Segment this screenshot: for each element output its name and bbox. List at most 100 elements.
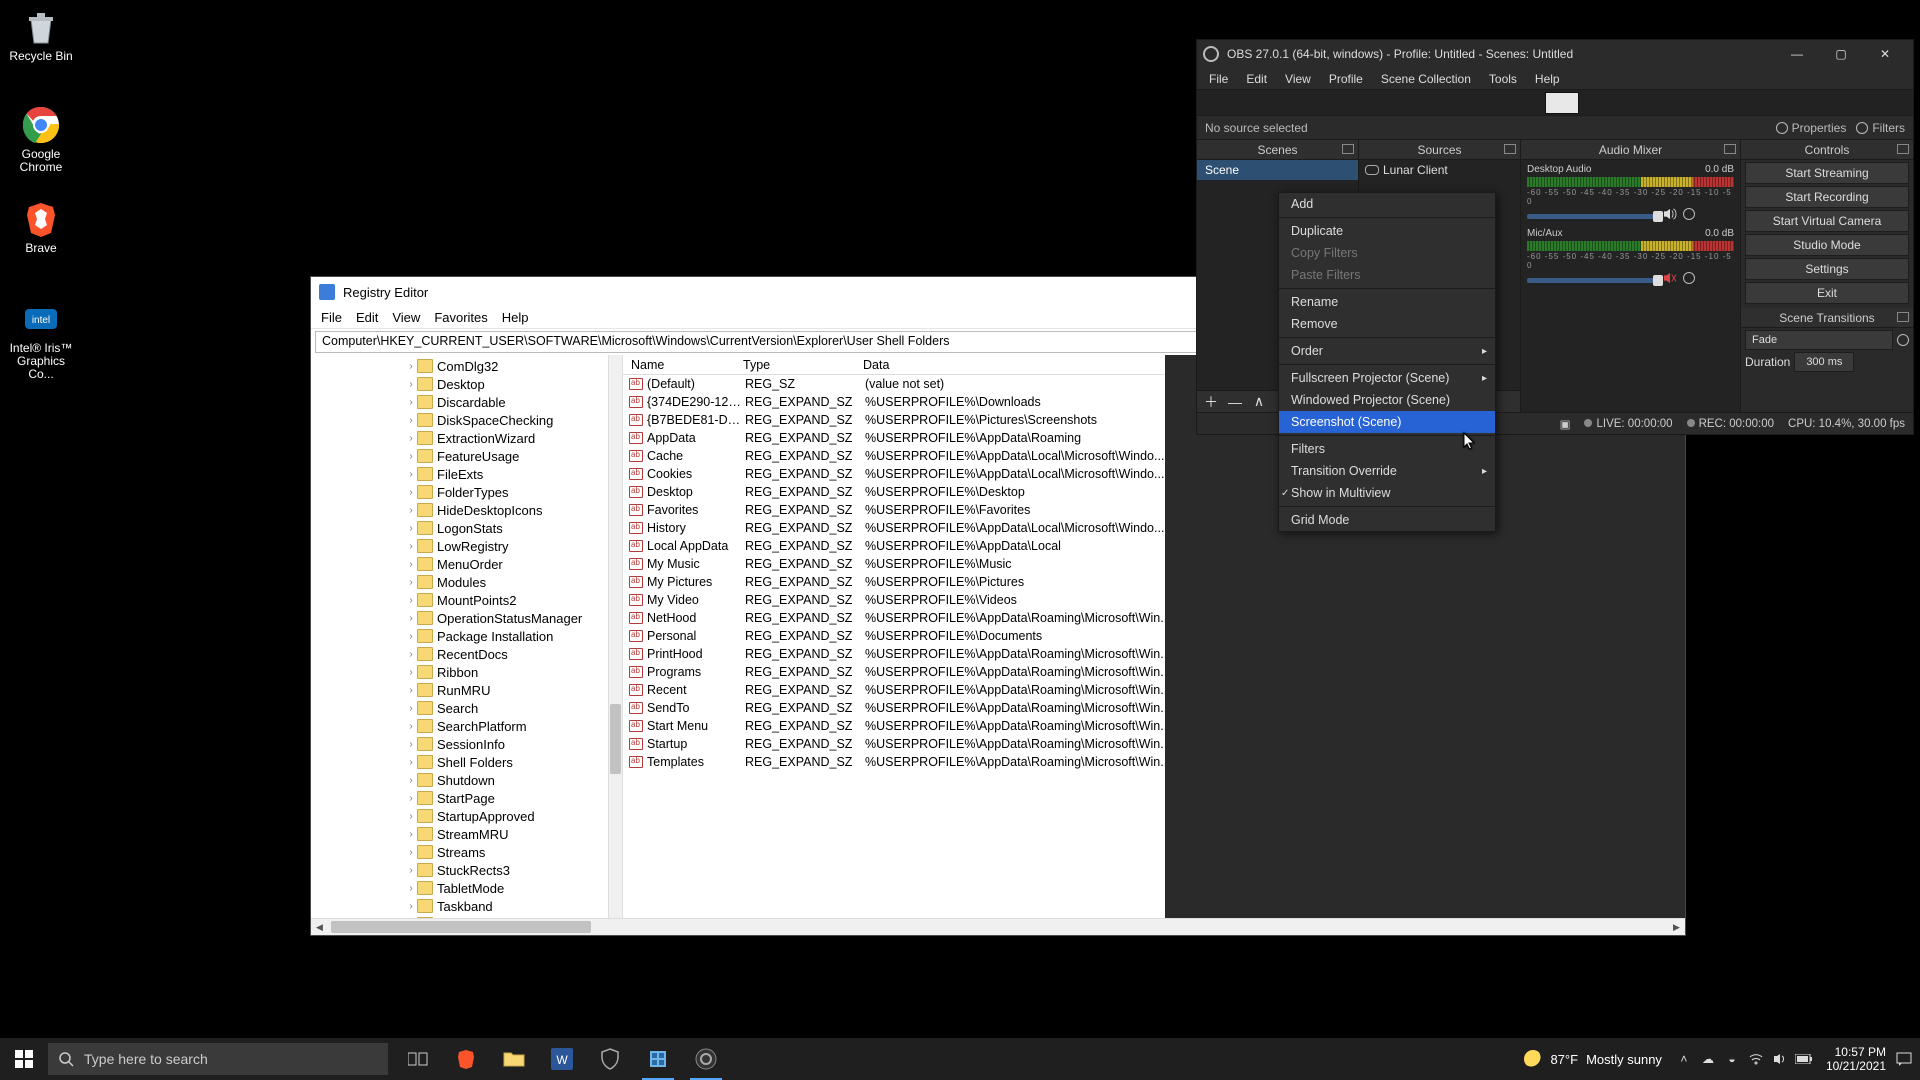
dock-icon[interactable]: ▣ xyxy=(1560,417,1571,431)
scene-up-button[interactable]: ∧ xyxy=(1251,394,1267,410)
visibility-icon[interactable] xyxy=(1365,165,1379,175)
tree-item[interactable]: ›Search xyxy=(311,699,608,717)
ctx-order[interactable]: Order xyxy=(1279,340,1495,362)
transition-select[interactable]: Fade xyxy=(1745,330,1893,350)
regedit-tree[interactable]: ›ComDlg32›Desktop›Discardable›DiskSpaceC… xyxy=(311,355,623,918)
tray-chevron-up-icon[interactable]: ˄ xyxy=(1674,1044,1694,1074)
volume-slider[interactable] xyxy=(1527,214,1657,219)
ctx-show-multiview[interactable]: Show in Multiview xyxy=(1279,482,1495,504)
desktop-icon-chrome[interactable]: Google Chrome xyxy=(6,104,76,174)
start-recording-button[interactable]: Start Recording xyxy=(1745,186,1909,208)
task-view-button[interactable] xyxy=(394,1038,442,1080)
tree-item[interactable]: ›FolderTypes xyxy=(311,483,608,501)
tree-item[interactable]: ›StreamMRU xyxy=(311,825,608,843)
filters-button[interactable]: Filters xyxy=(1856,121,1905,135)
obs-preview-area[interactable] xyxy=(1197,90,1913,116)
maximize-button[interactable]: ▢ xyxy=(1819,41,1863,67)
slider-knob[interactable] xyxy=(1653,211,1663,222)
tree-item[interactable]: ›Desktop xyxy=(311,375,608,393)
desktop-icon-recycle-bin[interactable]: Recycle Bin xyxy=(6,6,76,63)
gear-icon[interactable] xyxy=(1683,208,1695,220)
popout-icon[interactable] xyxy=(1724,144,1736,154)
studio-mode-button[interactable]: Studio Mode xyxy=(1745,234,1909,256)
menu-favorites[interactable]: Favorites xyxy=(428,308,493,327)
ctx-duplicate[interactable]: Duplicate xyxy=(1279,220,1495,242)
close-button[interactable]: ✕ xyxy=(1863,41,1907,67)
speaker-icon[interactable] xyxy=(1663,208,1677,220)
ctx-fullscreen-projector[interactable]: Fullscreen Projector (Scene) xyxy=(1279,367,1495,389)
col-type[interactable]: Type xyxy=(743,358,863,372)
desktop-icon-brave[interactable]: Brave xyxy=(6,198,76,255)
tray-network-icon[interactable] xyxy=(1746,1044,1766,1074)
menu-tools[interactable]: Tools xyxy=(1481,70,1525,88)
add-scene-button[interactable]: ＋ xyxy=(1203,394,1219,410)
popout-icon[interactable] xyxy=(1342,144,1354,154)
col-name[interactable]: Name xyxy=(623,358,743,372)
tree-item[interactable]: ›FeatureUsage xyxy=(311,447,608,465)
exit-button[interactable]: Exit xyxy=(1745,282,1909,304)
tree-item[interactable]: ›Streams xyxy=(311,843,608,861)
ctx-grid-mode[interactable]: Grid Mode xyxy=(1279,509,1495,531)
tree-item[interactable]: ›StartupApproved xyxy=(311,807,608,825)
desktop-icon-intel-iris[interactable]: intel Intel® Iris™ Graphics Co... xyxy=(6,298,76,381)
slider-knob[interactable] xyxy=(1653,275,1663,286)
minimize-button[interactable]: — xyxy=(1775,41,1819,67)
ctx-add[interactable]: Add xyxy=(1279,193,1495,215)
tree-item[interactable]: ›StartPage xyxy=(311,789,608,807)
notifications-button[interactable] xyxy=(1894,1044,1914,1074)
tree-item[interactable]: ›ComDlg32 xyxy=(311,357,608,375)
tray-onedrive-icon[interactable]: ☁ xyxy=(1698,1044,1718,1074)
scroll-right-button[interactable]: ▶ xyxy=(1668,919,1685,935)
tree-item[interactable]: ›FileExts xyxy=(311,465,608,483)
obs-titlebar[interactable]: OBS 27.0.1 (64-bit, windows) - Profile: … xyxy=(1197,40,1913,68)
tree-item[interactable]: ›Package Installation xyxy=(311,627,608,645)
taskbar-app-brave[interactable] xyxy=(442,1038,490,1080)
tree-item[interactable]: ›StuckRects3 xyxy=(311,861,608,879)
menu-view[interactable]: View xyxy=(1277,70,1319,88)
tree-item[interactable]: ›MenuOrder xyxy=(311,555,608,573)
weather-widget[interactable]: 87°F Mostly sunny xyxy=(1524,1050,1661,1068)
tree-item[interactable]: ›ExtractionWizard xyxy=(311,429,608,447)
properties-button[interactable]: Properties xyxy=(1776,121,1847,135)
scrollbar-thumb[interactable] xyxy=(610,704,621,774)
tree-item[interactable]: ›DiskSpaceChecking xyxy=(311,411,608,429)
tray-volume-icon[interactable] xyxy=(1770,1044,1790,1074)
tree-item[interactable]: ›Taskband xyxy=(311,897,608,915)
scroll-left-button[interactable]: ◀ xyxy=(311,919,328,935)
tray-location-icon[interactable]: ◒ xyxy=(1722,1044,1742,1074)
menu-help[interactable]: Help xyxy=(496,308,535,327)
hscrollbar[interactable]: ◀ ▶ xyxy=(311,918,1685,935)
gear-icon[interactable] xyxy=(1683,272,1695,284)
ctx-windowed-projector[interactable]: Windowed Projector (Scene) xyxy=(1279,389,1495,411)
taskbar-app-word[interactable]: W xyxy=(538,1038,586,1080)
taskbar-app-obs[interactable] xyxy=(682,1038,730,1080)
remove-scene-button[interactable]: — xyxy=(1227,394,1243,410)
popout-icon[interactable] xyxy=(1897,144,1909,154)
tree-item[interactable]: ›HideDesktopIcons xyxy=(311,501,608,519)
gear-icon[interactable] xyxy=(1897,334,1909,346)
tree-item[interactable]: ›Modules xyxy=(311,573,608,591)
menu-edit[interactable]: Edit xyxy=(350,308,384,327)
taskbar-search[interactable]: Type here to search xyxy=(48,1043,388,1075)
menu-file[interactable]: File xyxy=(315,308,348,327)
tree-scrollbar[interactable] xyxy=(608,355,622,918)
menu-file[interactable]: File xyxy=(1201,70,1236,88)
tray-battery-icon[interactable] xyxy=(1794,1044,1814,1074)
tree-item[interactable]: ›Ribbon xyxy=(311,663,608,681)
speaker-muted-icon[interactable] xyxy=(1663,272,1677,284)
ctx-transition-override[interactable]: Transition Override xyxy=(1279,460,1495,482)
menu-scene-collection[interactable]: Scene Collection xyxy=(1373,70,1479,88)
taskbar-app-explorer[interactable] xyxy=(490,1038,538,1080)
menu-help[interactable]: Help xyxy=(1527,70,1568,88)
popout-icon[interactable] xyxy=(1504,144,1516,154)
menu-view[interactable]: View xyxy=(386,308,426,327)
tree-item[interactable]: ›Shutdown xyxy=(311,771,608,789)
start-streaming-button[interactable]: Start Streaming xyxy=(1745,162,1909,184)
tree-item[interactable]: ›RunMRU xyxy=(311,681,608,699)
ctx-filters[interactable]: Filters xyxy=(1279,438,1495,460)
tree-item[interactable]: ›MountPoints2 xyxy=(311,591,608,609)
duration-input[interactable]: 300 ms xyxy=(1794,352,1854,372)
source-item[interactable]: Lunar Client xyxy=(1359,160,1520,180)
taskbar-app-security[interactable] xyxy=(586,1038,634,1080)
ctx-rename[interactable]: Rename xyxy=(1279,291,1495,313)
